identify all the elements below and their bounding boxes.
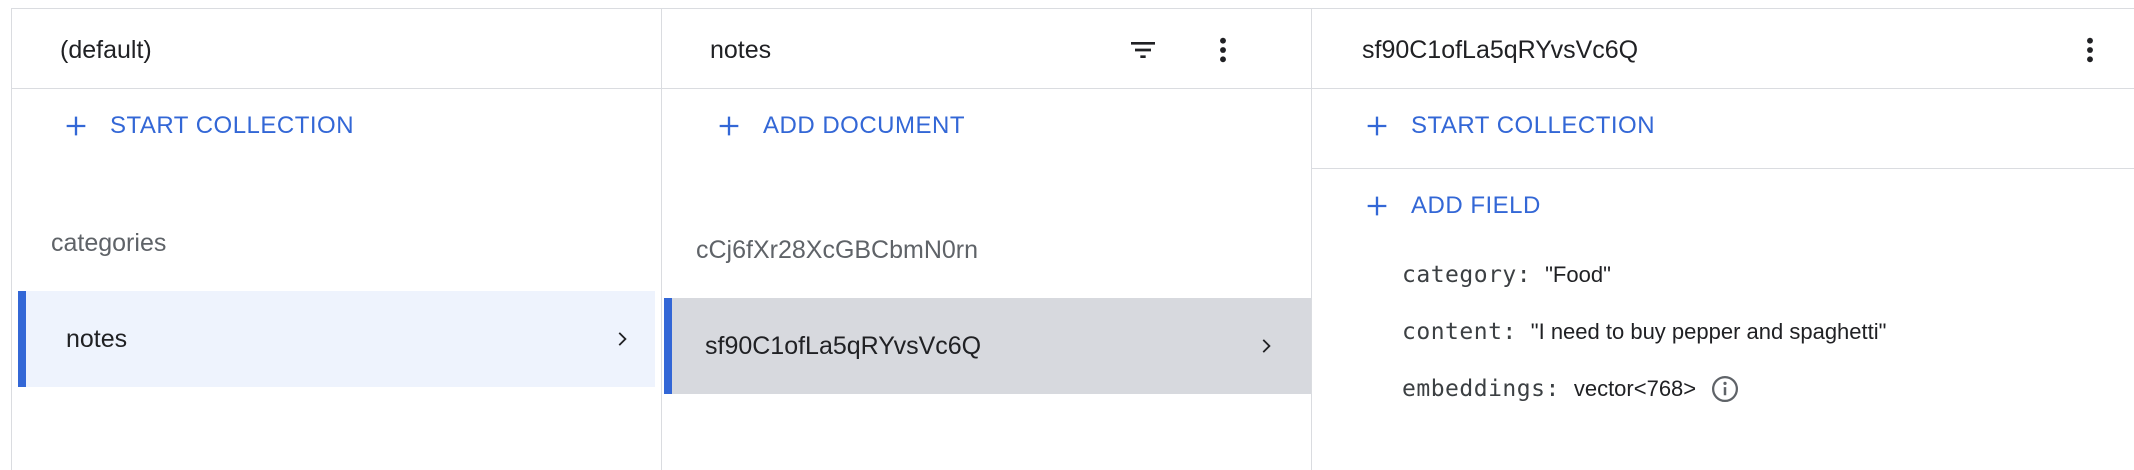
root-panel-header: (default) bbox=[12, 8, 661, 89]
field-value: "Food" bbox=[1545, 262, 1611, 287]
document-panel-header: sf90C1ofLa5qRYvsVc6Q bbox=[1312, 8, 2134, 89]
add-document-label: ADD DOCUMENT bbox=[763, 112, 965, 139]
collection-panel-title: notes bbox=[710, 36, 772, 64]
start-collection-label: START COLLECTION bbox=[1411, 112, 1656, 139]
collection-item-label: categories bbox=[51, 228, 167, 257]
document-item-selected[interactable]: sf90C1ofLa5qRYvsVc6Q bbox=[664, 298, 1311, 394]
divider bbox=[1312, 168, 2134, 169]
chevron-right-icon bbox=[1262, 339, 1271, 353]
start-collection-button[interactable]: START COLLECTION bbox=[62, 112, 354, 140]
info-icon[interactable] bbox=[1710, 374, 1740, 404]
field-key: embeddings: bbox=[1402, 376, 1560, 402]
document-item-label: sf90C1ofLa5qRYvsVc6Q bbox=[705, 331, 982, 360]
collection-item-categories[interactable]: categories bbox=[12, 195, 661, 291]
plus-icon bbox=[1367, 196, 1387, 216]
start-subcollection-button[interactable]: START COLLECTION bbox=[1363, 112, 1655, 140]
collection-item-notes[interactable]: notes bbox=[18, 291, 655, 387]
chevron-right-icon bbox=[618, 332, 627, 346]
add-field-label: ADD FIELD bbox=[1411, 192, 1541, 219]
document-item[interactable]: cCj6fXr28XcGBCbmN0rn bbox=[662, 202, 1311, 298]
field-value: "I need to buy pepper and spaghetti" bbox=[1530, 319, 1887, 344]
plus-icon bbox=[719, 116, 739, 136]
more-vert-icon bbox=[1220, 37, 1226, 63]
collection-item-label: notes bbox=[66, 324, 128, 353]
add-document-button[interactable]: ADD DOCUMENT bbox=[715, 112, 965, 140]
field-row-content[interactable]: content: "I need to buy pepper and spagh… bbox=[1402, 319, 1886, 345]
field-key: content: bbox=[1402, 319, 1517, 345]
document-menu-button[interactable] bbox=[2072, 32, 2108, 68]
plus-icon bbox=[66, 116, 86, 136]
start-collection-label: START COLLECTION bbox=[110, 112, 355, 139]
field-value: vector<768> bbox=[1573, 376, 1697, 401]
field-row-category[interactable]: category: "Food" bbox=[1402, 262, 1611, 288]
collection-panel-header: notes bbox=[662, 8, 1311, 89]
more-vert-icon bbox=[2087, 37, 2093, 63]
filter-list-icon bbox=[1131, 42, 1155, 58]
document-panel-title: sf90C1ofLa5qRYvsVc6Q bbox=[1362, 36, 1639, 64]
collection-panel: notes ADD DOCUMENT cCj6fXr28XcGBCbmN0rn … bbox=[662, 8, 1312, 470]
root-panel: (default) START COLLECTION categories no… bbox=[12, 8, 662, 470]
collection-menu-button[interactable] bbox=[1205, 32, 1241, 68]
filter-button[interactable] bbox=[1125, 32, 1161, 68]
root-panel-title: (default) bbox=[60, 36, 152, 64]
field-row-embeddings[interactable]: embeddings: vector<768> bbox=[1402, 374, 1740, 404]
document-item-label: cCj6fXr28XcGBCbmN0rn bbox=[696, 235, 979, 264]
plus-icon bbox=[1367, 116, 1387, 136]
add-field-button[interactable]: ADD FIELD bbox=[1363, 192, 1541, 220]
field-key: category: bbox=[1402, 262, 1532, 288]
document-panel: sf90C1ofLa5qRYvsVc6Q START COLLECTION AD… bbox=[1312, 8, 2134, 470]
